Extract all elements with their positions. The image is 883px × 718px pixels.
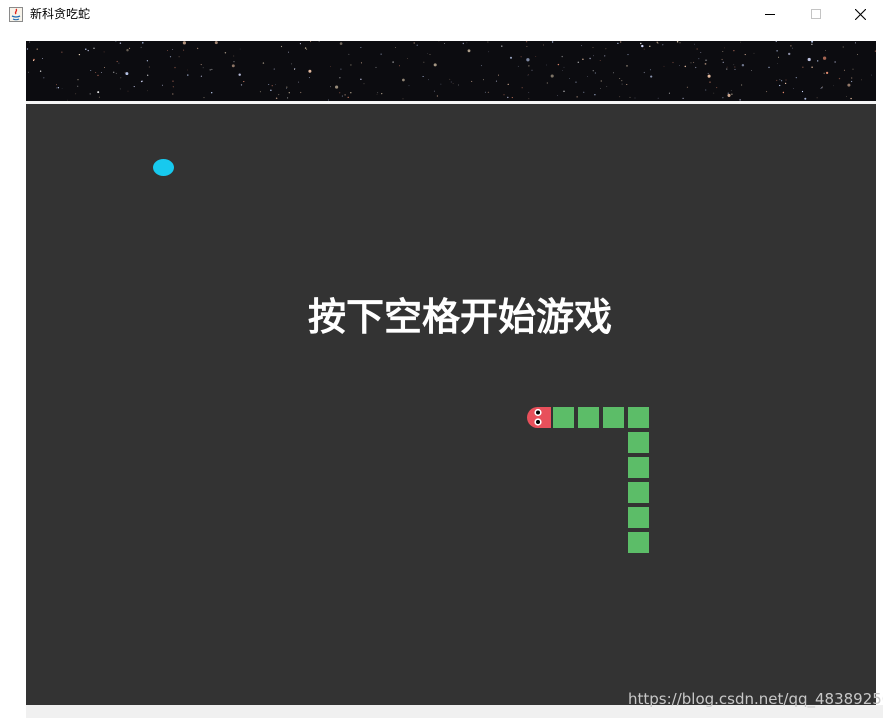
window-title: 新科贪吃蛇 [30, 7, 91, 21]
starfield-banner [26, 41, 876, 101]
snake-body-segment [628, 532, 649, 553]
close-button[interactable] [837, 0, 883, 30]
snake-body-segment [628, 507, 649, 528]
snake-body-segment [628, 407, 649, 428]
window-titlebar[interactable]: 新科贪吃蛇 [0, 0, 883, 30]
close-icon [855, 9, 866, 20]
maximize-button[interactable] [793, 0, 839, 30]
snake-body-segment [628, 457, 649, 478]
food-pellet [153, 159, 174, 176]
watermark-text: https://blog.csdn.net/qq_48389250 [628, 690, 883, 708]
minimize-icon [765, 14, 775, 15]
snake-body-segment [578, 407, 599, 428]
snake-head [527, 407, 551, 428]
snake-body-segment [628, 432, 649, 453]
minimize-button[interactable] [747, 0, 793, 30]
snake-body-segment [628, 482, 649, 503]
game-board[interactable]: 按下空格开始游戏 [26, 104, 876, 705]
maximize-icon [811, 9, 821, 19]
snake-body-segment [603, 407, 624, 428]
java-app-icon [9, 7, 23, 22]
snake-body-segment [553, 407, 574, 428]
start-message: 按下空格开始游戏 [307, 295, 612, 339]
